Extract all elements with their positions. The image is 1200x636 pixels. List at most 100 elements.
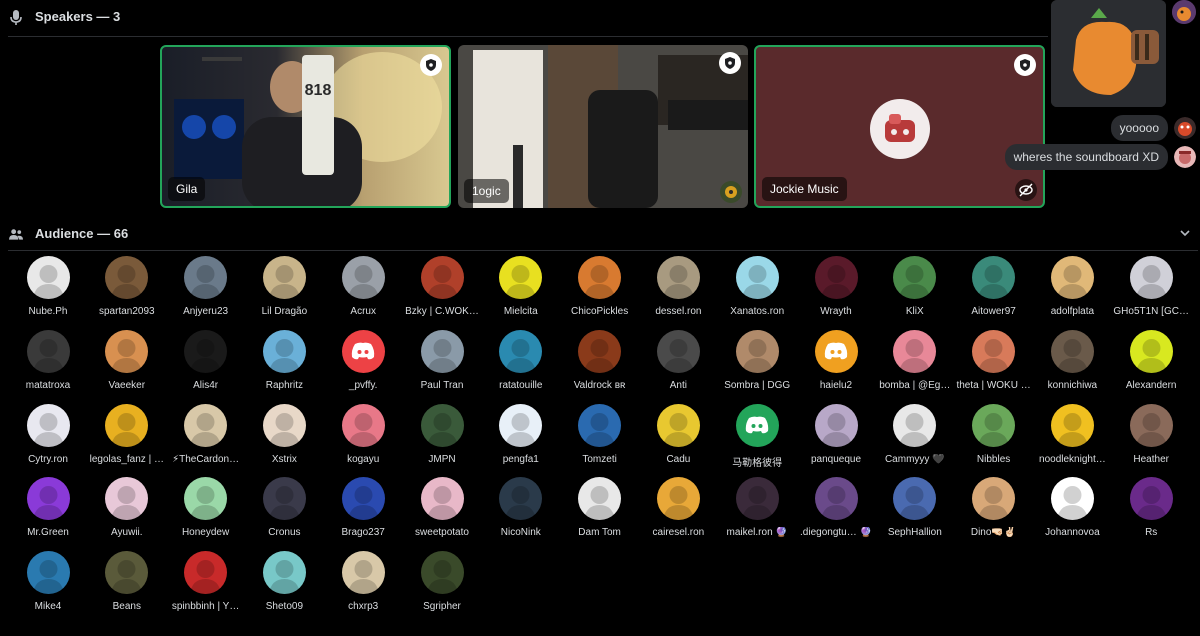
audience-member[interactable]: Johannovoa <box>1032 477 1112 545</box>
audience-member[interactable]: Dam Tom <box>560 477 640 545</box>
audience-member[interactable]: pengfa1 <box>481 403 561 472</box>
audience-member[interactable]: Raphritz <box>244 329 324 398</box>
member-name: Mielcita <box>503 306 538 317</box>
audience-member[interactable]: chxrp3 <box>323 551 403 619</box>
audience-divider <box>8 250 1198 251</box>
audience-member[interactable]: Acrux <box>323 256 403 324</box>
avatar-image <box>899 338 931 373</box>
audience-member[interactable]: Cytry.ron <box>8 403 88 472</box>
audience-member[interactable]: Anjyeru23 <box>166 256 246 324</box>
audience-header[interactable]: Audience — 66 <box>0 214 1200 250</box>
chat-avatar[interactable] <box>1174 146 1196 168</box>
audience-member[interactable]: Cadu <box>638 403 718 472</box>
audience-member[interactable]: Mike4 <box>8 551 88 619</box>
member-name: spinbbinh | Y… <box>171 601 240 613</box>
audience-member[interactable]: noodleknight… <box>1032 403 1112 472</box>
audience-member[interactable]: Alexandern <box>1111 329 1191 398</box>
member-name: chxrp3 <box>348 601 379 613</box>
audience-member[interactable]: ratatouille <box>481 329 561 398</box>
audience-member[interactable]: spartan2093 <box>87 256 167 324</box>
audience-member[interactable]: kogayu <box>323 403 403 472</box>
audience-member[interactable]: Valdrock ʙʀ <box>560 329 640 398</box>
member-name: Johannovoa <box>1045 527 1100 539</box>
audience-member[interactable]: Lil Dragão <box>244 256 324 324</box>
member-name: ⚡TheCardon… <box>172 453 240 465</box>
audience-member[interactable]: Tomzeti <box>560 403 640 472</box>
audience-member[interactable]: matatroxa <box>8 329 88 398</box>
audience-member[interactable]: Dino🤜🏻✌🏻 <box>954 477 1034 545</box>
audience-member[interactable]: JMPN <box>402 403 482 472</box>
audience-member[interactable]: bomba | @Eg… <box>875 329 955 398</box>
audience-member[interactable]: Heather <box>1111 403 1191 472</box>
member-avatar <box>972 256 1016 299</box>
audience-member[interactable]: _pvffy. <box>323 329 403 398</box>
speaker-tile[interactable]: Jockie Music <box>754 45 1045 208</box>
chevron-down-icon[interactable] <box>1180 228 1190 238</box>
audience-member[interactable]: Sgripher <box>402 551 482 619</box>
member-avatar <box>420 329 464 373</box>
audience-member[interactable]: KliX <box>875 256 955 324</box>
speaker-tile[interactable]: 1ogic <box>458 45 748 208</box>
self-preview-tile[interactable] <box>1051 0 1166 107</box>
audience-member[interactable]: Ayuwii. <box>87 477 167 545</box>
audience-member[interactable]: Wrayth <box>796 256 876 324</box>
video-off-icon[interactable] <box>1015 179 1037 201</box>
chat-message: yooooo <box>1110 115 1196 141</box>
avatar-image <box>32 338 64 373</box>
audience-member[interactable]: legolas_fanz | … <box>87 403 167 472</box>
audience-member[interactable]: GHo5T1N [GC… <box>1111 256 1191 324</box>
audience-member[interactable]: 马勒格彼得 <box>717 403 797 472</box>
audience-member[interactable]: Vaeeker <box>87 329 167 398</box>
audience-member[interactable]: Mielcita <box>481 256 561 324</box>
audience-member[interactable]: Aitower97 <box>954 256 1034 324</box>
audience-member[interactable]: Sombra | DGG <box>717 329 797 398</box>
user-avatar[interactable] <box>1172 0 1196 24</box>
audience-member[interactable]: konnichiwa <box>1032 329 1112 398</box>
audience-member[interactable]: Xstrix <box>244 403 324 472</box>
audience-member[interactable]: Brago237 <box>323 477 403 545</box>
member-avatar <box>105 403 149 447</box>
audience-member[interactable]: Cronus <box>244 477 324 545</box>
audience-member[interactable]: Paul Tran <box>402 329 482 398</box>
audience-member[interactable]: NicoNink <box>481 477 561 545</box>
audience-member[interactable]: panqueque <box>796 403 876 472</box>
audience-member[interactable]: Anti <box>638 329 718 398</box>
avatar-image <box>741 338 773 373</box>
audience-member[interactable]: ChicoPickles <box>560 256 640 324</box>
member-name: Sgripher <box>423 601 461 613</box>
audience-member[interactable]: Sheto09 <box>244 551 324 619</box>
audience-member[interactable]: Bzky | C.WOK… <box>402 256 482 324</box>
audience-member[interactable]: theta | WOKU … <box>954 329 1034 398</box>
member-avatar <box>105 551 149 595</box>
speaker-tile[interactable]: 818 Gila <box>160 45 451 208</box>
audience-member[interactable]: Honeydew <box>166 477 246 545</box>
audience-member[interactable]: cairesel.ron <box>638 477 718 545</box>
member-avatar <box>1129 329 1173 373</box>
audience-member[interactable]: SephHallion <box>875 477 955 545</box>
audience-member[interactable]: Nibbles <box>954 403 1034 472</box>
audience-member[interactable]: Cammyyy 🖤 <box>875 403 955 472</box>
audience-member[interactable]: dessel.ron <box>638 256 718 324</box>
audience-member[interactable]: ⚡TheCardon… <box>166 403 246 472</box>
speakers-header: Speakers — 3 <box>0 0 1200 36</box>
audience-member[interactable]: spinbbinh | Y… <box>166 551 246 619</box>
chat-avatar[interactable] <box>1174 117 1196 139</box>
avatar-image <box>505 265 537 299</box>
avatar-image <box>1135 265 1167 299</box>
audience-member[interactable]: adolfplata <box>1032 256 1112 324</box>
member-avatar <box>1129 403 1173 447</box>
member-avatar <box>184 403 228 447</box>
user-avatar-icon <box>720 181 742 203</box>
audience-member[interactable]: Mr.Green <box>8 477 88 545</box>
audience-member[interactable]: haielu2 <box>796 329 876 398</box>
audience-member[interactable]: sweetpotato <box>402 477 482 545</box>
audience-member[interactable]: Xanatos.ron <box>717 256 797 324</box>
audience-member[interactable]: Nube.Ph <box>8 256 88 324</box>
member-name: JMPN <box>428 453 456 465</box>
member-avatar <box>814 329 858 373</box>
audience-member[interactable]: Beans <box>87 551 167 619</box>
audience-member[interactable]: .diegongtu… 🔮 <box>796 477 876 545</box>
audience-member[interactable]: Rs <box>1111 477 1191 545</box>
audience-member[interactable]: Alis4r <box>166 329 246 398</box>
audience-member[interactable]: maikel.ron 🔮 <box>717 477 797 545</box>
